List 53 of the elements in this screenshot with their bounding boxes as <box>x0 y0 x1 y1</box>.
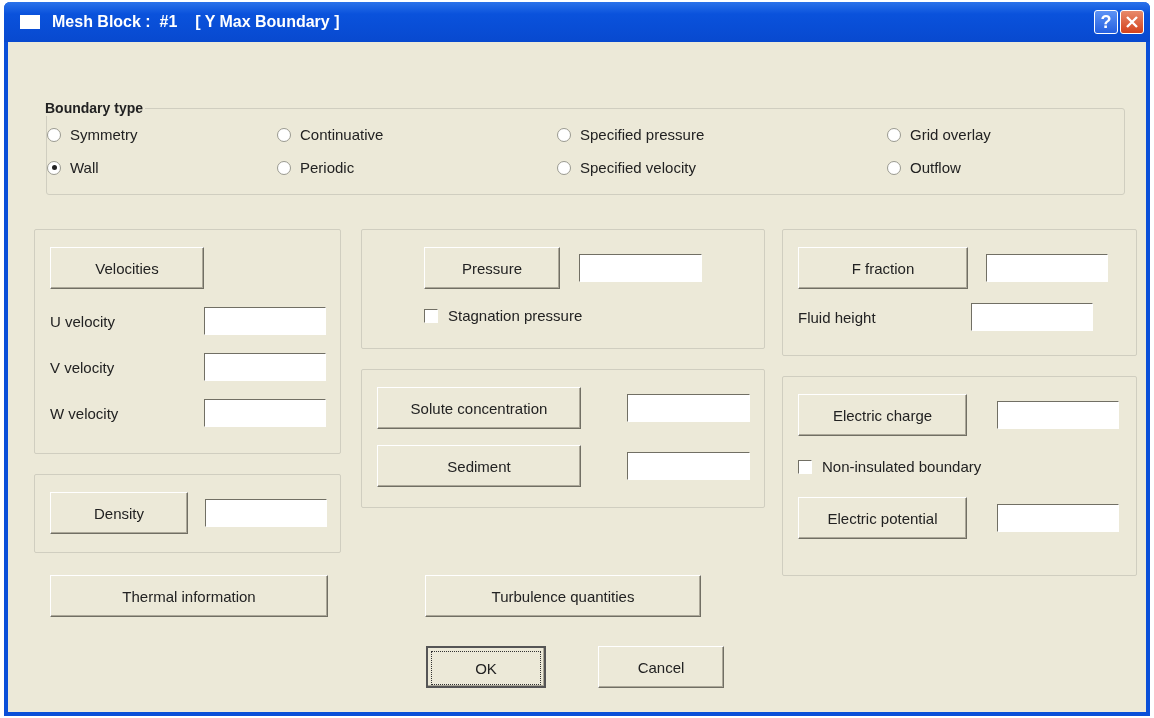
checkbox-label: Non-insulated boundary <box>822 458 982 475</box>
help-button[interactable]: ? <box>1094 10 1118 34</box>
action-button[interactable]: F fraction <box>798 247 968 289</box>
radio-label: Symmetry <box>70 126 138 143</box>
input-field[interactable] <box>205 499 327 527</box>
radio-label: Grid overlay <box>910 126 991 143</box>
cancel-button[interactable]: Cancel <box>598 646 724 688</box>
close-icon <box>1126 16 1138 28</box>
field-label: U velocity <box>50 312 117 330</box>
radio-label: Wall <box>70 159 99 176</box>
group-label: Boundary type <box>44 100 144 116</box>
radio-option[interactable]: Grid overlay <box>887 126 1114 143</box>
action-button[interactable]: Velocities <box>50 247 204 289</box>
radio-option[interactable]: Periodic <box>277 159 557 176</box>
action-button[interactable]: Density <box>50 492 188 534</box>
radio-label: Periodic <box>300 159 355 176</box>
ok-button[interactable]: OK <box>426 646 546 688</box>
radio-option[interactable]: Symmetry <box>47 126 277 143</box>
radio-option[interactable]: Specified velocity <box>557 159 887 176</box>
input-field[interactable] <box>204 307 326 335</box>
checkbox-label: Stagnation pressure <box>448 307 583 324</box>
input-field[interactable] <box>579 254 702 282</box>
action-button[interactable]: Solute concentration <box>377 387 581 429</box>
action-button[interactable]: Electric potential <box>798 497 967 539</box>
radio-label: Specified velocity <box>580 159 696 176</box>
radio-option[interactable]: Outflow <box>887 159 1114 176</box>
input-field[interactable] <box>204 353 326 381</box>
action-button[interactable]: Turbulence quantities <box>425 575 701 617</box>
input-field[interactable] <box>971 303 1093 331</box>
checkbox-option[interactable]: Stagnation pressure <box>424 307 750 324</box>
field-label: V velocity <box>50 358 116 376</box>
radio-option[interactable]: Specified pressure <box>557 126 887 143</box>
input-field[interactable] <box>627 394 750 422</box>
action-button[interactable]: Thermal information <box>50 575 328 617</box>
window-icon <box>20 15 40 29</box>
radio-label: Specified pressure <box>580 126 705 143</box>
radio-label: Continuative <box>300 126 384 143</box>
radio-option[interactable]: Continuative <box>277 126 557 143</box>
field-label: W velocity <box>50 404 120 422</box>
close-button[interactable] <box>1120 10 1144 34</box>
input-field[interactable] <box>997 504 1119 532</box>
field-label: Fluid height <box>798 308 877 326</box>
window-title: Mesh Block : #1 [ Y Max Boundary ] <box>52 13 340 31</box>
input-field[interactable] <box>997 401 1119 429</box>
radio-label: Outflow <box>910 159 961 176</box>
input-field[interactable] <box>204 399 326 427</box>
action-button[interactable]: Electric charge <box>798 394 967 436</box>
input-field[interactable] <box>627 452 750 480</box>
action-button[interactable]: Pressure <box>424 247 560 289</box>
input-field[interactable] <box>986 254 1108 282</box>
checkbox-option[interactable]: Non-insulated boundary <box>798 458 1122 475</box>
action-button[interactable]: Sediment <box>377 445 581 487</box>
radio-option[interactable]: Wall <box>47 159 277 176</box>
